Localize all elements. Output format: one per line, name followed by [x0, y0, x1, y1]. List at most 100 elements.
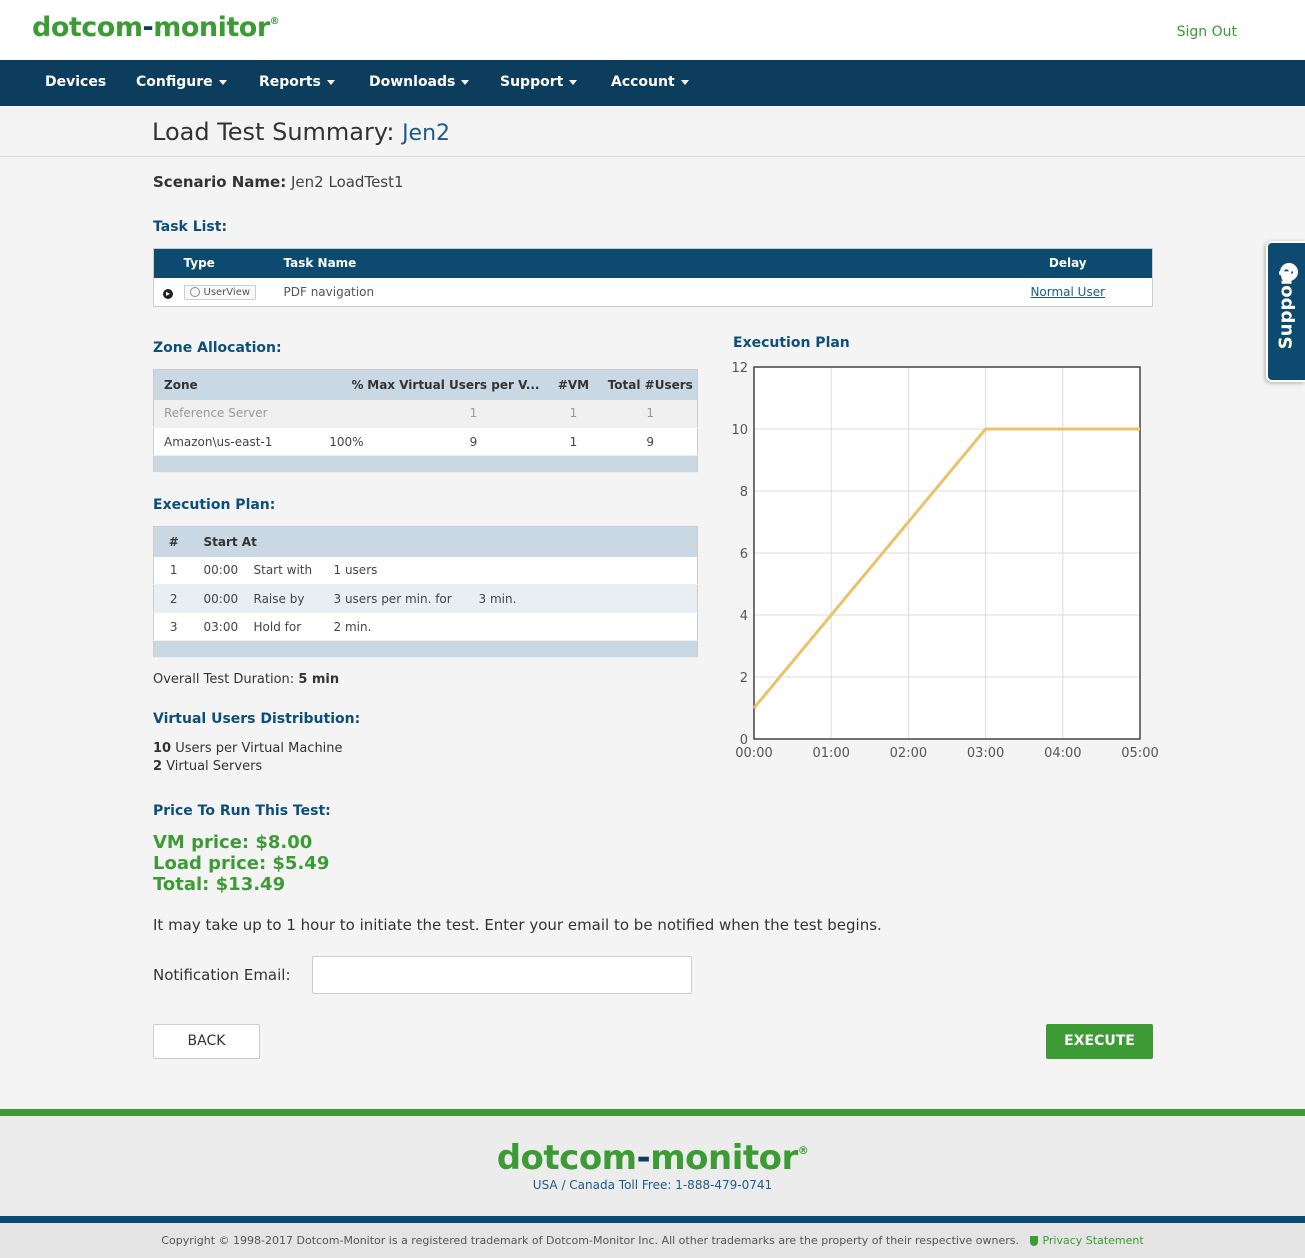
vm-cell: 1: [543, 399, 604, 428]
expand-arrow-icon[interactable]: ▸: [163, 288, 173, 299]
x-tick-label: 04:00: [1044, 746, 1081, 761]
plan-extra-cell: 3 min.: [478, 584, 698, 613]
nav-devices[interactable]: Devices: [45, 74, 106, 90]
users-per-vm-num: 10: [153, 741, 172, 756]
nav-support-label: Support: [500, 74, 564, 90]
zone-allocation-table: Zone % Max Virtual Users per V... #VM To…: [153, 369, 698, 473]
sign-out-link[interactable]: Sign Out: [1177, 24, 1237, 40]
top-header: dotcom-monitor® Sign Out: [0, 0, 1305, 60]
dotcom-monitor-logo[interactable]: dotcom-monitor®: [32, 12, 280, 43]
y-tick-label: 10: [731, 423, 748, 438]
y-tick-label: 4: [740, 609, 748, 624]
total-users-header: Total #Users: [603, 369, 698, 400]
plan-num-cell: 1: [153, 556, 194, 585]
notification-email-input[interactable]: [312, 956, 692, 994]
task-name-cell: PDF navigation: [283, 284, 375, 299]
task-list-table: Type Task Name Delay ▸ UserView PDF navi…: [153, 248, 1153, 307]
virtual-servers: 2 Virtual Servers: [153, 759, 262, 774]
task-type-header: Type: [183, 248, 284, 278]
nav-configure[interactable]: Configure: [136, 74, 227, 90]
footer-phone: USA / Canada Toll Free: 1-888-479-0741: [532, 1178, 773, 1192]
nav-downloads[interactable]: Downloads: [369, 74, 470, 90]
logo-registered: ®: [269, 16, 280, 27]
x-tick-label: 01:00: [812, 746, 849, 761]
vu-distribution-title: Virtual Users Distribution:: [153, 711, 361, 727]
x-tick-label: 02:00: [890, 746, 927, 761]
footer: dotcom-monitor® USA / Canada Toll Free: …: [0, 1116, 1305, 1216]
price-title: Price To Run This Test:: [153, 803, 331, 819]
logo-text-part1: dotcom: [32, 12, 143, 43]
notification-notice: It may take up to 1 hour to initiate the…: [153, 916, 882, 934]
nav-downloads-label: Downloads: [369, 74, 456, 90]
total-users-cell: 1: [603, 399, 698, 428]
table-row: 2 00:00 Raise by 3 users per min. for 3 …: [153, 584, 698, 613]
title-bar: Load Test Summary: Jen2: [0, 106, 1305, 157]
task-name-header: Task Name: [283, 248, 984, 278]
load-price: Load price: $5.49: [153, 853, 330, 874]
execution-plan-table: # Start At 1 00:00 Start with 1 users 2 …: [153, 526, 698, 658]
nav-support[interactable]: Support: [500, 74, 578, 90]
caret-down-icon: [680, 79, 689, 85]
plan-time-cell: 00:00: [193, 556, 254, 585]
start-at-header: Start At: [193, 526, 698, 557]
duration-value: 5 min: [298, 672, 340, 687]
execution-plan-title: Execution Plan:: [153, 497, 276, 513]
shield-icon: [1030, 1236, 1039, 1246]
max-vu-cell: 9: [363, 427, 544, 456]
servers-num: 2: [153, 759, 163, 774]
table-row: ▸ UserView PDF navigation Normal User: [154, 278, 1153, 307]
footer-logo-part2: monitor: [650, 1138, 798, 1178]
vm-cell: 1: [543, 427, 604, 456]
plan-time-cell: 00:00: [193, 584, 254, 613]
task-list-title: Task List:: [153, 219, 228, 235]
nav-reports-label: Reports: [259, 74, 321, 90]
footer-green-stripe: [0, 1109, 1305, 1116]
plan-num-cell: 2: [153, 584, 194, 613]
support-tab-label: Support: [1275, 267, 1297, 350]
pct-header: %: [313, 369, 364, 400]
plan-value-cell: 3 users per min. for: [333, 584, 479, 613]
y-tick-label: 12: [731, 361, 748, 376]
table-row: Amazon\us-east-1 100% 9 1 9: [153, 427, 698, 456]
caret-down-icon: [326, 79, 335, 85]
logo-text-part2: monitor: [153, 12, 270, 43]
task-type-value: UserView: [203, 286, 251, 298]
userview-badge: UserView: [183, 284, 257, 300]
footer-logo-part1: dotcom: [496, 1138, 637, 1178]
y-tick-label: 8: [740, 485, 748, 500]
plan-action-cell: Start with: [253, 556, 334, 585]
pct-cell: 100%: [313, 427, 364, 456]
plan-num-cell: 3: [153, 612, 194, 641]
user-icon: [189, 286, 200, 297]
logo-dash: -: [142, 12, 154, 43]
footer-blue-stripe: [0, 1216, 1305, 1223]
nav-account[interactable]: Account: [611, 74, 689, 90]
back-button[interactable]: BACK: [153, 1024, 260, 1059]
support-tab[interactable]: ? Support: [1266, 241, 1305, 382]
footer-logo[interactable]: dotcom-monitor®: [0, 1138, 1305, 1178]
nav-configure-label: Configure: [136, 74, 213, 90]
main-nav: Devices Configure Reports Downloads Supp…: [0, 60, 1305, 106]
y-tick-label: 2: [740, 671, 748, 686]
total-users-cell: 9: [603, 427, 698, 456]
overall-duration: Overall Test Duration: 5 min: [153, 672, 339, 687]
footer-logo-registered: ®: [797, 1144, 809, 1157]
x-tick-label: 00:00: [735, 746, 772, 761]
max-vu-cell: 1: [363, 399, 544, 428]
zone-cell: Reference Server: [153, 399, 314, 428]
delay-link[interactable]: Normal User: [1030, 285, 1105, 299]
x-tick-label: 03:00: [967, 746, 1004, 761]
zone-cell: Amazon\us-east-1: [153, 427, 314, 456]
execute-button[interactable]: EXECUTE: [1046, 1024, 1153, 1059]
copyright-text: Copyright © 1998-2017 Dotcom-Monitor is …: [161, 1234, 1019, 1247]
privacy-statement-link[interactable]: Privacy Statement: [1030, 1234, 1144, 1247]
users-per-vm-text: Users per Virtual Machine: [175, 741, 343, 756]
task-expand-header: [153, 248, 184, 278]
plan-value-cell: 1 users: [333, 556, 479, 585]
table-footer: [153, 640, 698, 658]
caret-down-icon: [461, 79, 470, 85]
privacy-statement-label: Privacy Statement: [1042, 1234, 1144, 1247]
copyright-bar: Copyright © 1998-2017 Dotcom-Monitor is …: [0, 1223, 1305, 1258]
page-title-name: Jen2: [402, 121, 451, 146]
nav-reports[interactable]: Reports: [259, 74, 335, 90]
